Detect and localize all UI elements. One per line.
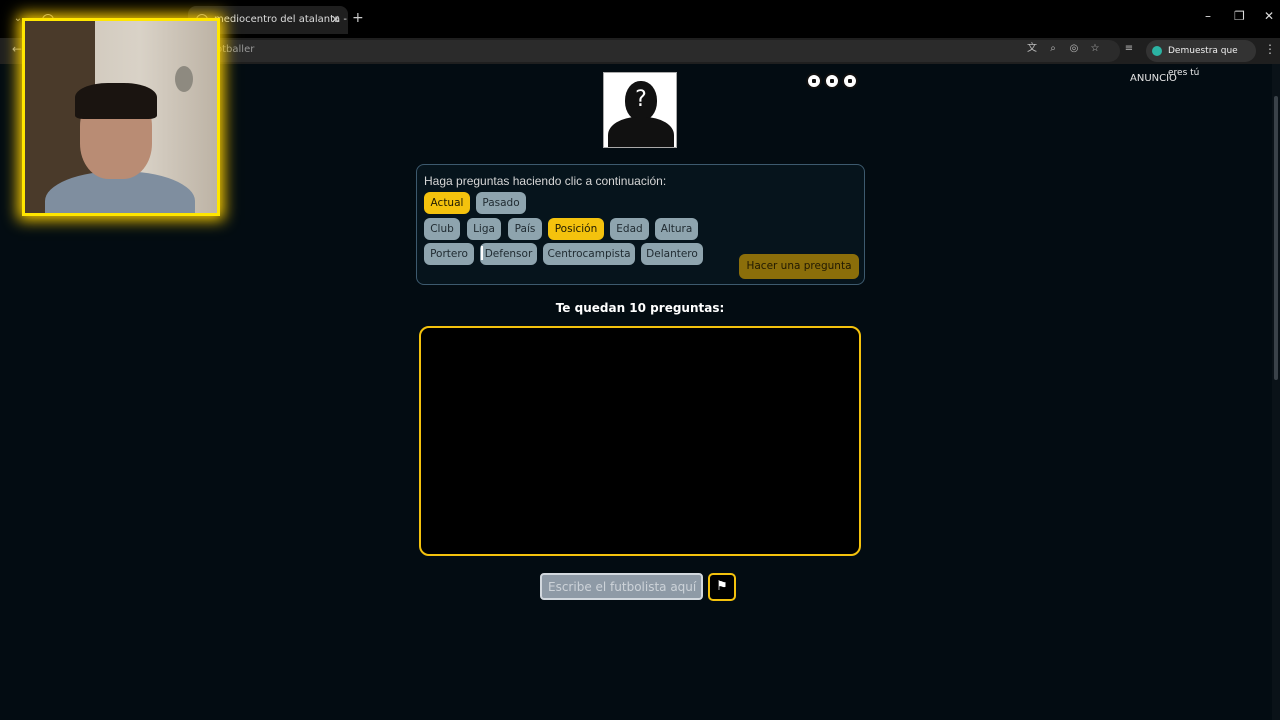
new-tab-button[interactable]: + — [352, 10, 364, 26]
tab-close-icon[interactable]: ✕ — [331, 6, 340, 34]
lives-indicator — [806, 73, 860, 91]
chip-pasado[interactable]: Pasado — [476, 192, 526, 214]
chip-liga[interactable]: Liga — [467, 218, 501, 240]
chip-pais[interactable]: País — [508, 218, 542, 240]
player-guess-input[interactable] — [540, 573, 703, 600]
mystery-player-image: ? — [603, 72, 677, 148]
profile-avatar — [1152, 46, 1162, 56]
chip-portero[interactable]: Portero — [424, 243, 474, 265]
webcam-background-object — [175, 66, 193, 92]
restore-button[interactable]: ❐ — [1234, 9, 1245, 23]
zoom-icon[interactable]: ⌕ — [1046, 42, 1060, 56]
chip-defensor[interactable]: Defensor — [480, 243, 537, 265]
panel-title: Haga preguntas haciendo clic a continuac… — [424, 174, 667, 188]
soccer-ball-icon — [806, 73, 822, 89]
question-panel: Haga preguntas haciendo clic a continuac… — [416, 164, 865, 285]
screen: ⌄ mediocentro del atalanta - Busc ✕ + – … — [0, 0, 1280, 720]
bookmark-star-icon[interactable]: ☆ — [1088, 42, 1102, 56]
remaining-questions-label: Te quedan 10 preguntas: — [555, 301, 725, 315]
mouse-cursor — [481, 246, 487, 260]
profile-label: Demuestra que eres tú — [1168, 46, 1238, 78]
chip-club[interactable]: Club — [424, 218, 460, 240]
silhouette-body — [608, 117, 674, 147]
chip-posicion[interactable]: Posición — [548, 218, 604, 240]
back-arrow-icon[interactable]: ← — [12, 42, 22, 56]
translate-icon[interactable]: 文 — [1025, 42, 1039, 56]
soccer-ball-icon — [842, 73, 858, 89]
reading-list-icon[interactable]: ≡ — [1122, 42, 1136, 56]
minimize-button[interactable]: – — [1205, 9, 1211, 23]
webcam-person-hair — [75, 83, 157, 119]
ask-question-button[interactable]: Hacer una pregunta — [739, 254, 859, 279]
scrollbar-thumb[interactable] — [1274, 96, 1278, 380]
chip-centrocampista[interactable]: Centrocampista — [543, 243, 635, 265]
chip-delantero[interactable]: Delantero — [641, 243, 703, 265]
flag-icon: ⚑ — [716, 579, 728, 594]
ad-label: ANUNCIO — [1130, 73, 1177, 84]
menu-kebab-icon[interactable]: ⋮ — [1264, 42, 1276, 56]
eye-off-icon[interactable]: ◎ — [1067, 42, 1081, 56]
chip-altura[interactable]: Altura — [655, 218, 698, 240]
answers-box — [419, 326, 861, 556]
profile-button[interactable]: Demuestra que eres tú — [1146, 40, 1256, 78]
tab-title: mediocentro del atalanta - Busc — [214, 14, 348, 25]
question-mark-icon: ? — [635, 87, 647, 112]
chip-actual[interactable]: Actual — [424, 192, 470, 214]
give-up-flag-button[interactable]: ⚑ — [708, 573, 736, 601]
chip-edad[interactable]: Edad — [610, 218, 649, 240]
close-window-button[interactable]: ✕ — [1264, 9, 1274, 23]
soccer-ball-icon — [824, 73, 840, 89]
webcam-overlay — [22, 18, 220, 216]
address-text: otballer — [216, 44, 255, 55]
